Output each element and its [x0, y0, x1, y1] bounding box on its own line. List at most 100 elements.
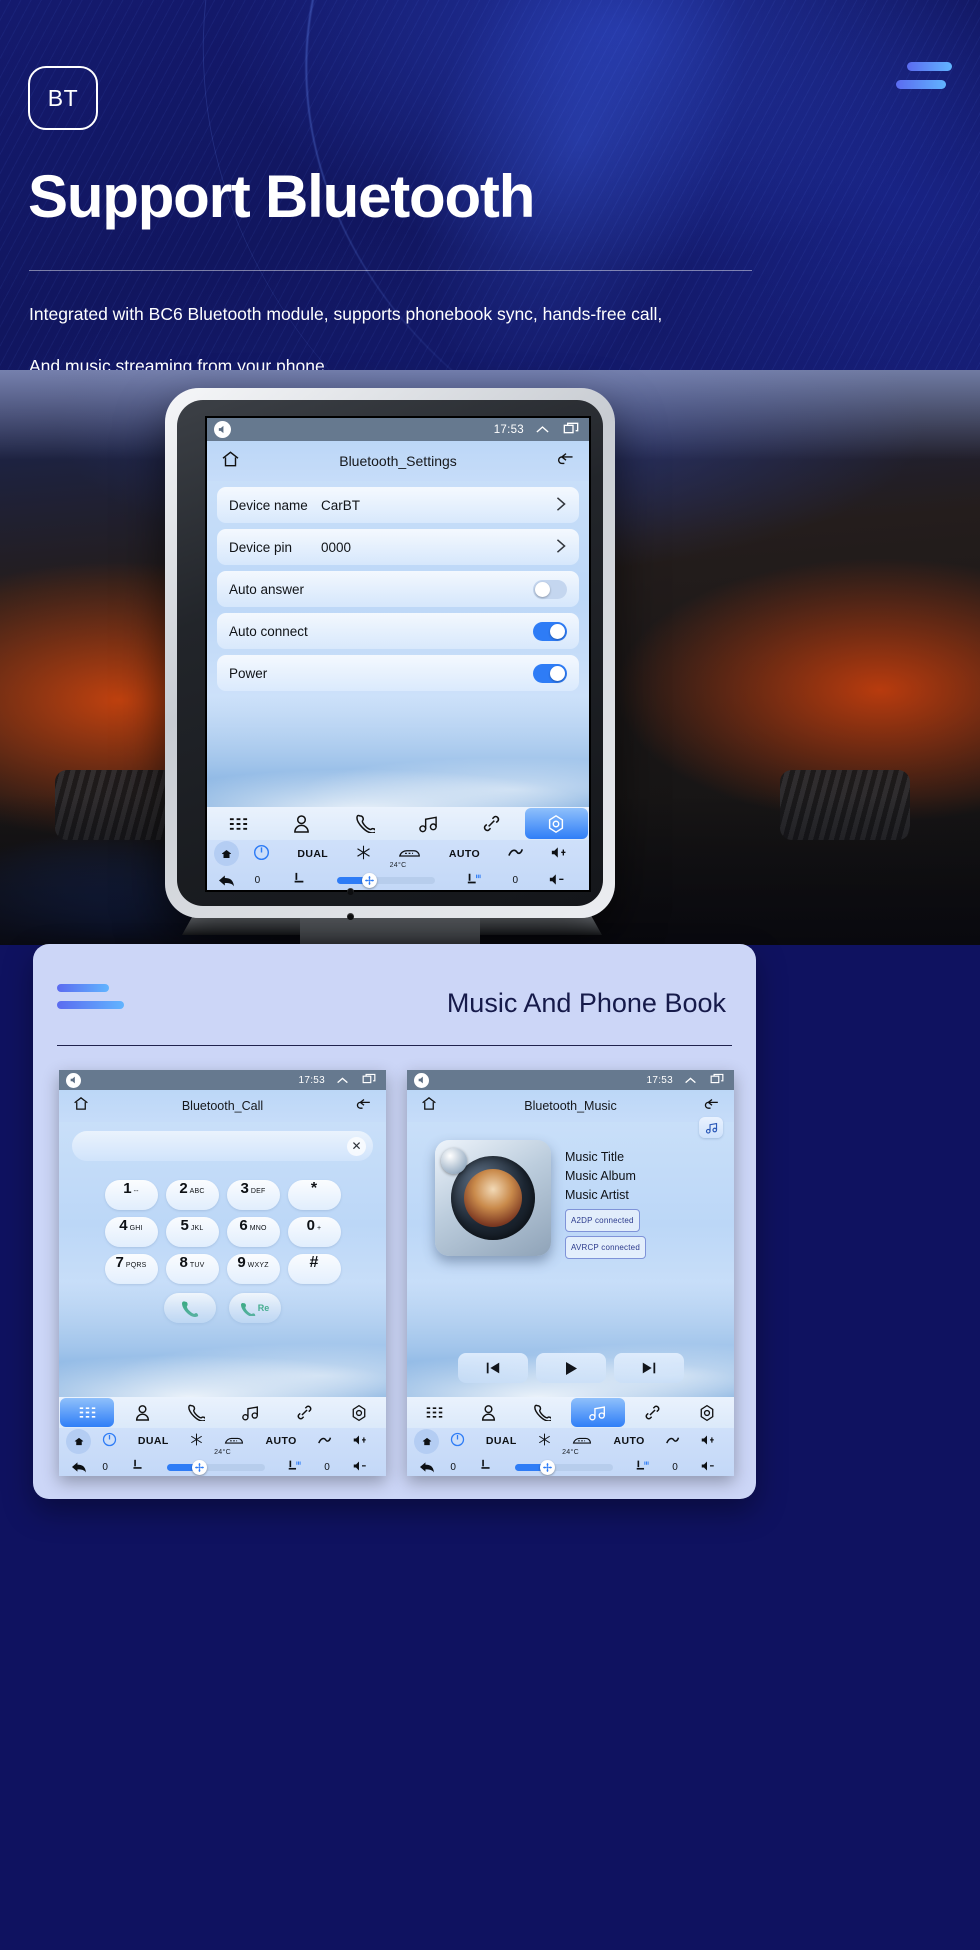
side-button-1[interactable] — [347, 888, 354, 895]
snowflake-icon[interactable] — [356, 845, 371, 863]
dial-input-wrapper[interactable]: ✕ — [72, 1131, 373, 1161]
power-icon[interactable] — [450, 1432, 465, 1450]
fan-icon[interactable] — [362, 873, 378, 888]
climate-back-icon[interactable] — [414, 1461, 439, 1473]
dial-key-1[interactable]: 1 -- — [104, 1180, 158, 1210]
snowflake-icon[interactable] — [190, 1433, 203, 1449]
auto-label[interactable]: AUTO — [266, 1435, 297, 1447]
speaker-mute-icon[interactable] — [66, 1072, 81, 1088]
dual-label[interactable]: DUAL — [138, 1435, 169, 1447]
airflow-icon[interactable] — [318, 1434, 332, 1449]
dial-key-6[interactable]: 6 MNO — [226, 1217, 280, 1247]
climate-home-icon[interactable] — [66, 1428, 91, 1454]
climate-home-icon[interactable] — [214, 841, 239, 866]
dock-link-button[interactable] — [278, 1397, 332, 1428]
heated-seat-icon[interactable] — [287, 1459, 301, 1475]
auto-answer-toggle[interactable] — [533, 579, 567, 599]
dial-key-2[interactable]: 2 ABC — [165, 1180, 219, 1210]
settings-screen[interactable]: 17:53 Bluetooth_Settings Device name Car… — [207, 418, 589, 890]
fan-icon[interactable] — [539, 1459, 555, 1475]
back-arrow-icon[interactable] — [695, 1098, 721, 1114]
close-icon[interactable]: ✕ — [347, 1136, 366, 1156]
music-screen[interactable]: 17:53 Bluetooth_Music Music Title Music … — [407, 1070, 734, 1476]
dial-key-8[interactable]: 8 TUV — [165, 1254, 219, 1284]
dial-key-7[interactable]: 7 PQRS — [104, 1254, 158, 1284]
dual-label[interactable]: DUAL — [486, 1435, 517, 1447]
power-icon[interactable] — [253, 844, 270, 864]
power-toggle[interactable] — [533, 663, 567, 683]
dial-key-3[interactable]: 3 DEF — [226, 1180, 280, 1210]
chevron-up-icon[interactable] — [535, 424, 550, 435]
dock-contacts-button[interactable] — [270, 807, 333, 840]
row-device-name[interactable]: Device name CarBT — [217, 487, 579, 523]
dial-key-9[interactable]: 9 WXYZ — [226, 1254, 280, 1284]
recents-icon[interactable] — [563, 422, 579, 437]
back-arrow-icon[interactable] — [550, 452, 576, 470]
fan-speed-slider[interactable] — [514, 1459, 613, 1475]
dual-label[interactable]: DUAL — [297, 848, 328, 860]
fan-speed-slider[interactable] — [166, 1459, 265, 1475]
row-auto-answer[interactable]: Auto answer — [217, 571, 579, 607]
side-button-2[interactable] — [347, 913, 354, 920]
rear-defrost-icon[interactable] — [224, 1434, 244, 1449]
redial-button[interactable]: Re — [229, 1293, 281, 1323]
dock-bluetooth-settings-button[interactable] — [680, 1397, 734, 1428]
recents-icon[interactable] — [710, 1073, 724, 1087]
dock-phone-button[interactable] — [169, 1397, 223, 1428]
airflow-icon[interactable] — [507, 845, 524, 862]
auto-label[interactable]: AUTO — [614, 1435, 645, 1447]
dock-music-button[interactable] — [224, 1397, 278, 1428]
snowflake-icon[interactable] — [538, 1433, 551, 1449]
rear-defrost-icon[interactable] — [398, 846, 421, 862]
speaker-mute-icon[interactable] — [414, 1072, 429, 1088]
dock-music-button[interactable] — [570, 1398, 625, 1427]
play-button[interactable] — [535, 1353, 606, 1383]
chevron-up-icon[interactable] — [336, 1076, 349, 1085]
seat-icon[interactable] — [292, 872, 306, 889]
previous-track-button[interactable] — [457, 1353, 528, 1383]
call-button[interactable] — [164, 1293, 216, 1323]
speaker-mute-icon[interactable] — [214, 421, 231, 438]
dial-key-star[interactable]: * — [287, 1180, 341, 1210]
home-icon[interactable] — [72, 1095, 98, 1117]
call-screen[interactable]: 17:53 Bluetooth_Call ✕ 1 -- 2 ABC 3 DEF … — [59, 1070, 386, 1476]
dial-key-hash[interactable]: # — [287, 1254, 341, 1284]
dock-bluetooth-settings-button[interactable] — [524, 808, 588, 839]
next-track-button[interactable] — [613, 1353, 684, 1383]
dock-apps-button[interactable] — [407, 1397, 461, 1428]
airflow-icon[interactable] — [666, 1434, 680, 1449]
dock-music-button[interactable] — [397, 807, 460, 840]
climate-back-icon[interactable] — [66, 1461, 91, 1473]
volume-up-icon[interactable] — [353, 1434, 368, 1449]
auto-label[interactable]: AUTO — [449, 848, 480, 860]
fan-icon[interactable] — [191, 1459, 207, 1475]
dial-key-5[interactable]: 5 JKL — [165, 1217, 219, 1247]
dock-phone-button[interactable] — [515, 1397, 569, 1428]
dial-key-0[interactable]: 0 + — [287, 1217, 341, 1247]
volume-up-icon[interactable] — [701, 1434, 716, 1449]
auto-connect-toggle[interactable] — [533, 621, 567, 641]
dock-link-button[interactable] — [626, 1397, 680, 1428]
recents-icon[interactable] — [362, 1073, 376, 1087]
dial-key-4[interactable]: 4 GHI — [104, 1217, 158, 1247]
seat-icon[interactable] — [479, 1459, 492, 1475]
dock-phone-button[interactable] — [334, 807, 397, 840]
heated-seat-icon[interactable] — [466, 872, 481, 889]
dock-bluetooth-settings-button[interactable] — [332, 1397, 386, 1428]
dock-contacts-button[interactable] — [115, 1397, 169, 1428]
seat-icon[interactable] — [131, 1459, 144, 1475]
fan-speed-slider[interactable] — [336, 873, 435, 888]
head-unit-side-buttons[interactable] — [347, 888, 354, 938]
dock-contacts-button[interactable] — [461, 1397, 515, 1428]
climate-home-icon[interactable] — [414, 1428, 439, 1454]
row-device-pin[interactable]: Device pin 0000 — [217, 529, 579, 565]
climate-back-icon[interactable] — [214, 874, 239, 887]
row-auto-connect[interactable]: Auto connect — [217, 613, 579, 649]
dock-apps-button[interactable] — [60, 1398, 115, 1427]
music-list-icon[interactable] — [699, 1117, 723, 1138]
rear-defrost-icon[interactable] — [572, 1434, 592, 1449]
dock-apps-button[interactable] — [207, 807, 270, 840]
dock-link-button[interactable] — [460, 807, 523, 840]
volume-down-icon[interactable] — [549, 873, 566, 889]
volume-down-icon[interactable] — [353, 1460, 368, 1475]
